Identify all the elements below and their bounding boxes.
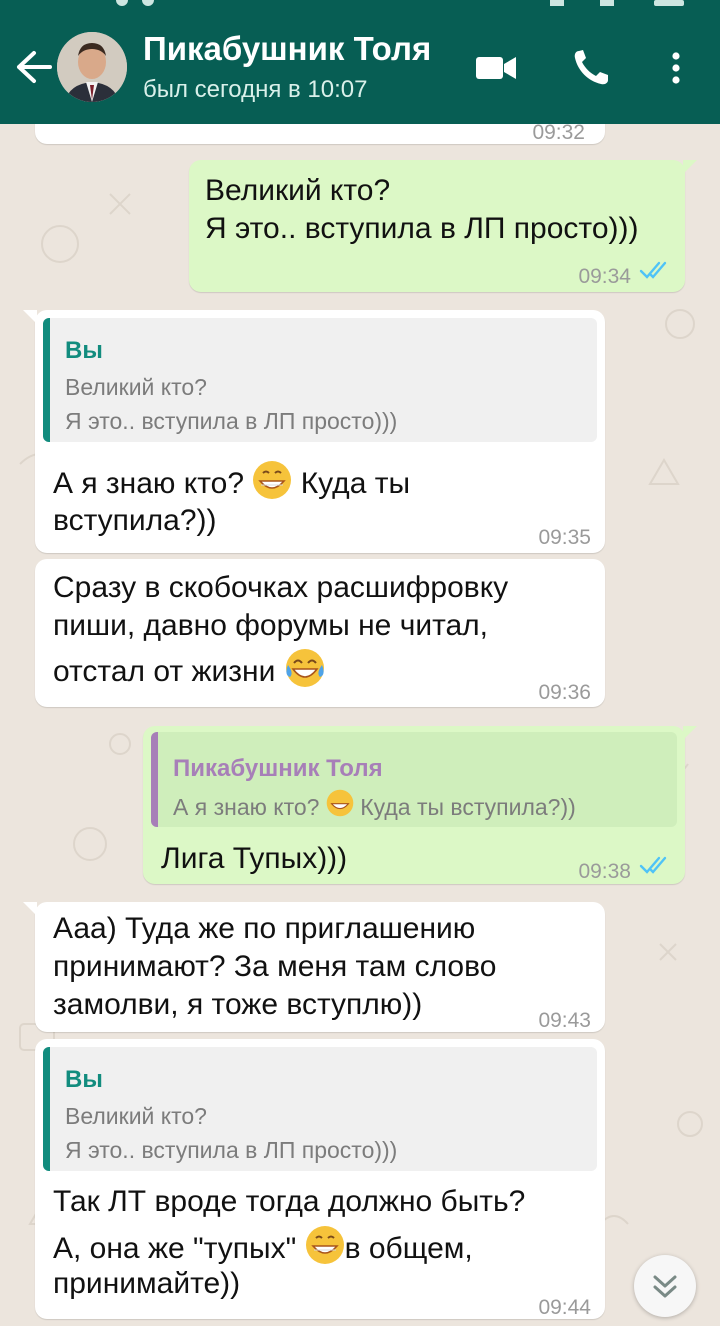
chat-header: Пикабушник Толя был сегодня в 10:07 <box>0 0 720 124</box>
scroll-to-bottom-button[interactable] <box>634 1255 696 1317</box>
quote-text: Я это.. вступила в ЛП просто))) <box>65 408 398 434</box>
emoji-icon <box>137 124 171 134</box>
chevron-double-down-icon <box>653 1275 677 1298</box>
message-text: Я это.. вступила в ЛП просто))) <box>205 212 639 245</box>
message-bubble-outgoing[interactable]: Великий кто? Я это.. вступила в ЛП прост… <box>189 160 697 292</box>
message-time: 09:32 <box>532 124 585 144</box>
message-text: Так ЛТ вроде тогда должно быть? <box>53 1185 526 1218</box>
message-bubble-incoming[interactable]: Вы Великий кто? Я это.. вступила в ЛП пр… <box>23 310 605 553</box>
message-bubble-outgoing[interactable]: Пикабушник Толя А я знаю кто? Куда ты вс… <box>143 726 697 884</box>
message-text: Ааа) Туда же по приглашению <box>53 912 476 945</box>
message-time: 09:34 <box>578 265 631 288</box>
message-bubble-incoming[interactable]: Вы Великий кто? Я это.. вступила в ЛП пр… <box>35 1039 605 1319</box>
grinning-emoji-icon <box>252 460 292 510</box>
message-text: Великий кто? <box>205 174 391 207</box>
contact-name[interactable]: Пикабушник Толя <box>143 30 431 68</box>
message-text: замолви, я тоже вступлю)) <box>53 988 423 1021</box>
message-time: 09:38 <box>578 860 631 883</box>
reply-quote[interactable]: Пикабушник Толя А я знаю кто? Куда ты вс… <box>151 732 677 827</box>
message-time: 09:44 <box>538 1296 591 1319</box>
message-time: 09:35 <box>538 526 591 549</box>
message-bubble-incoming[interactable]: Ааа) Туда же по приглашению принимают? З… <box>23 902 605 1032</box>
message-time: 09:36 <box>538 681 591 704</box>
more-vert-icon[interactable] <box>656 48 696 88</box>
quote-text: Великий кто? <box>65 374 207 400</box>
avatar[interactable] <box>57 32 127 102</box>
message-text: Лига Тупых))) <box>161 842 348 875</box>
phone-icon[interactable] <box>570 48 614 88</box>
message-time: 09:43 <box>538 1009 591 1032</box>
quote-text: Великий кто? <box>65 1103 207 1129</box>
chat-messages-area[interactable]: 09:32 Великий кто? Я это.. вступила в ЛП… <box>0 124 720 1326</box>
quote-bar <box>43 1047 50 1171</box>
reply-quote[interactable]: Вы Великий кто? Я это.. вступила в ЛП пр… <box>43 1047 597 1171</box>
read-ticks-icon <box>639 856 667 874</box>
quote-bar <box>43 318 50 442</box>
back-arrow-icon[interactable] <box>14 50 52 84</box>
message-text: принимайте)) <box>53 1267 241 1300</box>
message-text: пиши, давно форумы не читал, <box>53 609 489 642</box>
quote-bar <box>151 732 158 827</box>
last-seen-status: был сегодня в 10:07 <box>143 76 368 103</box>
message-text: Сразу в скобочках расшифровку <box>53 571 509 604</box>
message-text: принимают? За меня там слово <box>53 950 497 983</box>
message-bubble-incoming[interactable]: Сразу в скобочках расшифровку пиши, давн… <box>35 559 605 707</box>
quote-author: Пикабушник Толя <box>173 755 383 782</box>
tears-of-joy-emoji-icon <box>284 647 326 699</box>
quote-text: Я это.. вступила в ЛП просто))) <box>65 1137 398 1163</box>
status-bar <box>116 0 684 6</box>
message-text: вступила?)) <box>53 504 217 537</box>
read-ticks-icon <box>639 261 667 279</box>
video-call-icon[interactable] <box>474 48 518 88</box>
quote-text: А я знаю кто? Куда ты вступила?)) <box>173 788 576 827</box>
quote-author: Вы <box>65 337 103 364</box>
grinning-emoji-icon <box>326 789 354 827</box>
quote-author: Вы <box>65 1066 103 1093</box>
message-text: отстал от жизни <box>53 647 326 699</box>
reply-quote[interactable]: Вы Великий кто? Я это.. вступила в ЛП пр… <box>43 318 597 442</box>
grinning-emoji-icon <box>305 1225 345 1275</box>
message-bubble-incoming[interactable]: 09:32 <box>35 124 605 144</box>
